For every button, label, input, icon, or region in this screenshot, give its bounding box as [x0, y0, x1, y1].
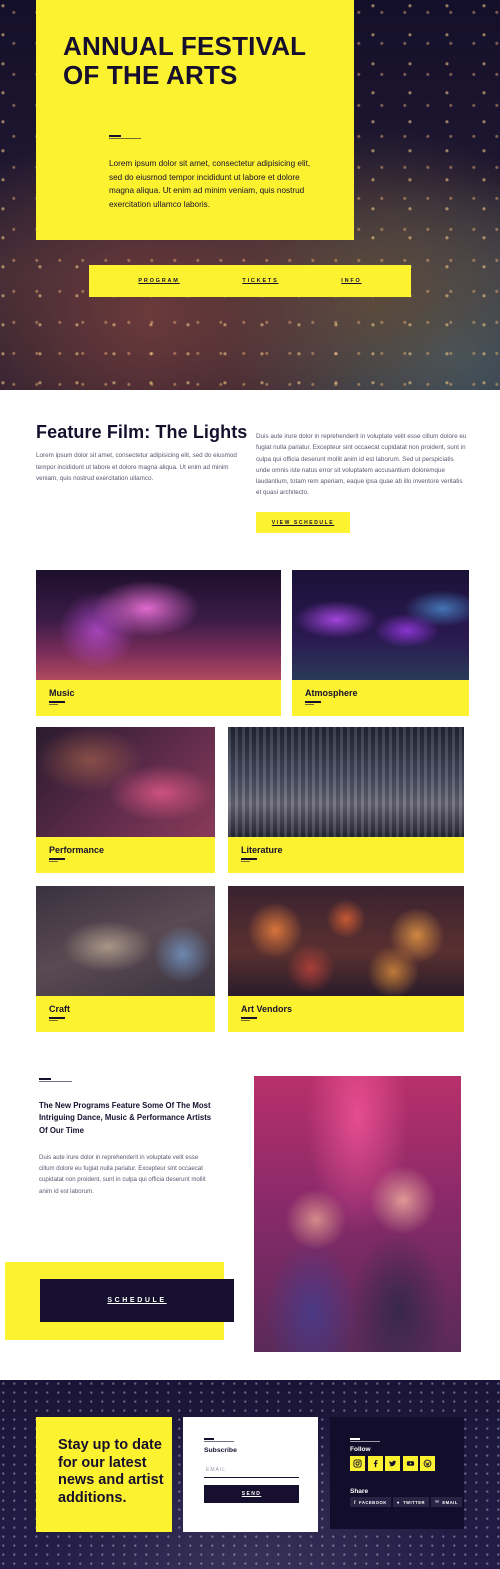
- programs-text: Duis aute irure dolor in reprehenderit i…: [39, 1154, 206, 1195]
- social-panel: [330, 1417, 464, 1529]
- share-title: Share: [350, 1488, 369, 1495]
- wordpress-icon[interactable]: [420, 1456, 435, 1471]
- music-image: [36, 570, 281, 680]
- subscribe-divider-line: [204, 1441, 234, 1442]
- view-schedule-button[interactable]: VIEW SCHEDULE: [256, 512, 350, 533]
- category-card-performance[interactable]: Performance: [36, 727, 215, 873]
- share-email-button[interactable]: ✉ EMAIL: [431, 1497, 462, 1507]
- craft-image: [36, 886, 215, 996]
- share-buttons: f FACEBOOK ● TWITTER ✉ EMAIL: [350, 1497, 462, 1507]
- instagram-icon[interactable]: [350, 1456, 365, 1471]
- nav-program[interactable]: PROGRAM: [138, 278, 179, 284]
- schedule-button[interactable]: SCHEDULE: [40, 1279, 234, 1322]
- programs-divider-line: [39, 1081, 72, 1082]
- share-facebook-button[interactable]: f FACEBOOK: [350, 1497, 391, 1507]
- masquerade-image: [254, 1076, 461, 1352]
- art-vendors-image: [228, 886, 464, 996]
- category-card-literature[interactable]: Literature: [228, 727, 464, 873]
- category-card-art-vendors[interactable]: Art Vendors: [228, 886, 464, 1032]
- youtube-icon[interactable]: [402, 1456, 418, 1471]
- twitter-icon[interactable]: [385, 1456, 400, 1471]
- nav-tickets[interactable]: TICKETS: [242, 278, 278, 284]
- nav-info[interactable]: INFO: [341, 278, 361, 284]
- category-label: Art Vendors: [241, 1004, 293, 1014]
- facebook-icon[interactable]: [367, 1456, 383, 1471]
- facebook-icon: f: [354, 1499, 356, 1505]
- newsletter-cta: Stay up to date for our latest news and …: [36, 1417, 172, 1532]
- category-card-music[interactable]: Music: [36, 570, 281, 716]
- programs-title: The New Programs Feature Some Of The Mos…: [39, 1101, 212, 1135]
- feature-title: Feature Film: The Lights: [36, 422, 248, 442]
- feature-intro: Lorem ipsum dolor sit amet, consectetur …: [36, 452, 237, 483]
- hero-title: ANNUAL FESTIVAL OF THE ARTS: [63, 31, 306, 90]
- email-icon: ✉: [435, 1499, 440, 1504]
- share-label: FACEBOOK: [359, 1499, 387, 1505]
- category-label: Performance: [49, 845, 105, 855]
- performance-image: [36, 727, 215, 837]
- literature-image: [228, 727, 464, 837]
- category-label: Craft: [49, 1004, 71, 1014]
- social-icons: [350, 1456, 435, 1471]
- subscribe-divider: [204, 1438, 214, 1440]
- share-label: EMAIL: [442, 1499, 458, 1505]
- follow-divider-line: [350, 1441, 380, 1442]
- category-label: Atmosphere: [305, 688, 358, 698]
- feature-body: Duis aute irure dolor in reprehenderit i…: [256, 433, 467, 497]
- email-field[interactable]: [204, 1462, 299, 1478]
- category-label: Music: [49, 688, 75, 698]
- send-button[interactable]: SEND: [204, 1485, 299, 1503]
- atmosphere-image: [292, 570, 469, 680]
- programs-divider: [39, 1078, 51, 1080]
- share-label: TWITTER: [402, 1499, 426, 1505]
- hero-divider: [109, 135, 121, 137]
- category-card-craft[interactable]: Craft: [36, 886, 215, 1032]
- newsletter-cta-text: Stay up to date for our latest news and …: [58, 1437, 164, 1506]
- category-label: Literature: [241, 845, 283, 855]
- hero-description: Lorem ipsum dolor sit amet, consectetur …: [109, 159, 311, 209]
- follow-title: Follow: [350, 1446, 371, 1453]
- subscribe-title: Subscribe: [204, 1447, 237, 1454]
- twitter-icon: ●: [396, 1499, 400, 1505]
- hero-divider-line: [109, 138, 141, 139]
- share-twitter-button[interactable]: ● TWITTER: [392, 1497, 430, 1507]
- hero-nav: PROGRAM TICKETS INFO: [89, 265, 411, 297]
- category-card-atmosphere[interactable]: Atmosphere: [292, 570, 469, 716]
- follow-divider: [350, 1438, 360, 1440]
